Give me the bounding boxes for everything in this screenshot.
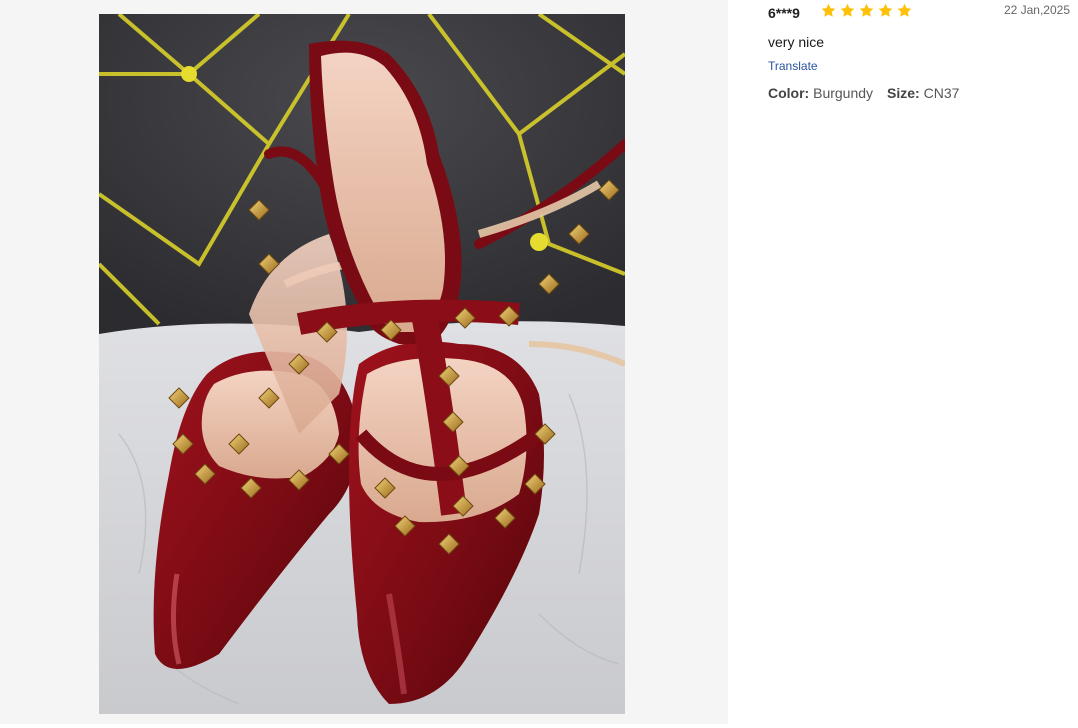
- star-icon: [897, 3, 912, 17]
- review-text: very nice: [768, 34, 825, 50]
- star-icon: [821, 3, 836, 17]
- star-icon: [859, 3, 874, 17]
- star-icon: [840, 3, 855, 17]
- review-date: 22 Jan,2025: [1003, 3, 1070, 17]
- color-attribute: Color: Burgundy: [768, 85, 873, 101]
- color-label: Color:: [768, 85, 814, 101]
- review-details: 6***9 22 Jan,2025 very nice Translate Co…: [768, 0, 1070, 101]
- star-rating: [820, 2, 913, 19]
- review-page: 6***9 22 Jan,2025 very nice Translate Co…: [0, 0, 1078, 728]
- size-label: Size:: [887, 85, 924, 101]
- review-header: 6***9 22 Jan,2025: [768, 0, 1070, 26]
- review-photo[interactable]: [99, 14, 625, 714]
- size-value: CN37: [923, 85, 960, 101]
- sku-info: Color: Burgundy Size: CN37: [768, 85, 1070, 101]
- color-value: Burgundy: [813, 85, 874, 101]
- review-image-pane: [0, 0, 728, 724]
- star-icon: [878, 3, 893, 17]
- translate-link[interactable]: Translate: [768, 59, 818, 73]
- size-attribute: Size: CN37: [887, 85, 959, 101]
- reviewer-name: 6***9: [768, 5, 800, 21]
